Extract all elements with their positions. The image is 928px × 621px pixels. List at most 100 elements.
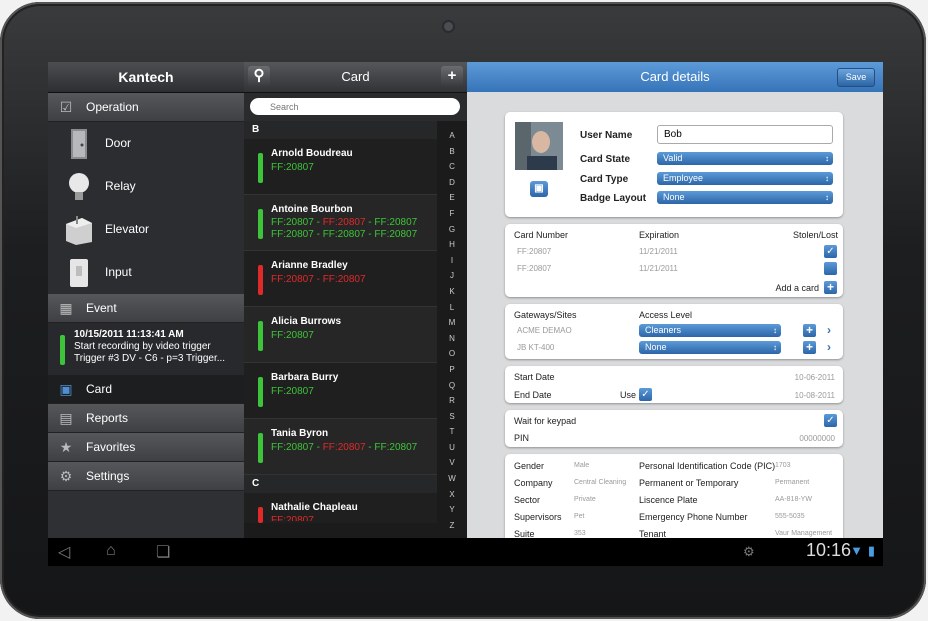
card-details-panel: Card details Save ▣ User Name Card State…	[467, 62, 883, 538]
list-item[interactable]: Barbara Burry FF:20807	[244, 363, 437, 419]
index-letter[interactable]: Z	[445, 518, 459, 534]
app-title: Kantech	[48, 62, 244, 93]
sidebar: Kantech ☑ Operation Door Relay Elevator …	[48, 62, 244, 538]
index-letter[interactable]: I	[445, 253, 459, 269]
event-status-bar	[60, 335, 65, 365]
index-letter[interactable]: B	[445, 144, 459, 160]
sidebar-item-elevator[interactable]: Elevator	[48, 208, 244, 251]
chevron-right-icon[interactable]: ›	[827, 323, 831, 337]
index-letter[interactable]: F	[445, 206, 459, 222]
add-card-icon[interactable]: +	[824, 281, 837, 294]
sidebar-item-card[interactable]: ▣ Card	[48, 375, 244, 404]
sidebar-item-settings[interactable]: ⚙ Settings	[48, 462, 244, 491]
save-button[interactable]: Save	[837, 68, 875, 87]
licence-plate-value[interactable]: AA-818-YW	[775, 496, 812, 503]
stolen-lost-checkbox[interactable]	[824, 262, 837, 275]
alphabet-index[interactable]: ABCDEFGHIJKLMNOPQRSTUVWXYZ	[445, 128, 459, 533]
card-state-select[interactable]: Valid	[657, 152, 833, 165]
sidebar-item-favorites[interactable]: ★ Favorites	[48, 433, 244, 462]
index-letter[interactable]: N	[445, 331, 459, 347]
sidebar-item-operation[interactable]: ☑ Operation	[48, 93, 244, 122]
index-letter[interactable]: M	[445, 315, 459, 331]
card-number: FF:20807	[517, 247, 552, 256]
index-letter[interactable]: U	[445, 440, 459, 456]
add-access-icon[interactable]: +	[803, 324, 816, 337]
sector-value[interactable]: Private	[574, 496, 596, 503]
access-level-select[interactable]: Cleaners	[639, 324, 781, 337]
search-icon[interactable]: ⚲	[248, 66, 270, 86]
sidebar-item-reports[interactable]: ▤ Reports	[48, 404, 244, 433]
index-letter[interactable]: A	[445, 128, 459, 144]
back-icon[interactable]: ◁	[58, 542, 70, 562]
sidebar-item-event[interactable]: ▦ Event	[48, 294, 244, 323]
index-letter[interactable]: G	[445, 222, 459, 238]
permanent-temporary-value[interactable]: Permanent	[775, 479, 809, 486]
company-value[interactable]: Central Cleaning	[574, 479, 626, 486]
recent-apps-icon[interactable]: ❏	[156, 542, 170, 562]
cardholder-name: Nathalie Chapleau	[271, 502, 358, 513]
sidebar-item-input[interactable]: Input	[48, 251, 244, 294]
use-end-date-checkbox[interactable]: ✓	[639, 388, 652, 401]
home-icon[interactable]: ⌂	[106, 542, 116, 560]
emergency-phone-value[interactable]: 555-5035	[775, 513, 805, 520]
index-letter[interactable]: D	[445, 175, 459, 191]
index-letter[interactable]: K	[445, 284, 459, 300]
search-input[interactable]	[250, 98, 460, 115]
camera-icon[interactable]: ▣	[530, 181, 548, 197]
gender-label: Gender	[514, 461, 545, 471]
index-letter[interactable]: S	[445, 409, 459, 425]
pin-value[interactable]: 00000000	[799, 434, 835, 443]
index-letter[interactable]: H	[445, 237, 459, 253]
index-letter[interactable]: Q	[445, 378, 459, 394]
supervisors-value[interactable]: Pet	[574, 513, 585, 520]
index-letter[interactable]: V	[445, 455, 459, 471]
access-level-select[interactable]: None	[639, 341, 781, 354]
chevron-right-icon[interactable]: ›	[827, 340, 831, 354]
sidebar-item-label: Event	[86, 301, 117, 315]
card-type-select[interactable]: Employee	[657, 172, 833, 185]
sidebar-item-door[interactable]: Door	[48, 122, 244, 165]
add-card-button[interactable]: +	[441, 66, 463, 86]
sidebar-item-relay[interactable]: Relay	[48, 165, 244, 208]
licence-plate-label: Liscence Plate	[639, 495, 698, 505]
index-letter[interactable]: E	[445, 190, 459, 206]
list-item[interactable]: Tania Byron FF:20807 - FF:20807 - FF:208…	[244, 419, 437, 475]
id-card-icon: ▣	[59, 381, 73, 397]
list-item[interactable]: Arianne Bradley FF:20807 - FF:20807	[244, 251, 437, 307]
wait-keypad-checkbox[interactable]: ✓	[824, 414, 837, 427]
switch-icon	[70, 259, 88, 287]
list-item[interactable]: Arnold Boudreau FF:20807	[244, 139, 437, 195]
tenant-value[interactable]: Vaur Management	[775, 530, 832, 537]
index-letter[interactable]: W	[445, 471, 459, 487]
list-item[interactable]: Alicia Burrows FF:20807	[244, 307, 437, 363]
column-header: Expiration	[639, 230, 680, 240]
battery-icon: ▮	[867, 543, 875, 558]
badge-layout-select[interactable]: None	[657, 191, 833, 204]
user-name-field[interactable]	[657, 125, 833, 144]
suite-value[interactable]: 353	[574, 530, 586, 537]
index-letter[interactable]: P	[445, 362, 459, 378]
index-letter[interactable]: T	[445, 424, 459, 440]
index-letter[interactable]: L	[445, 300, 459, 316]
index-letter[interactable]: X	[445, 487, 459, 503]
add-card-link[interactable]: Add a card	[775, 283, 819, 293]
pic-value[interactable]: 1703	[775, 462, 791, 469]
status-bar	[258, 433, 263, 463]
event-entry[interactable]: 10/15/2011 11:13:41 AM Start recording b…	[48, 323, 244, 375]
sidebar-item-label: Door	[105, 136, 132, 150]
suite-label: Suite	[514, 529, 535, 538]
start-date-value[interactable]: 10-06-2011	[795, 373, 835, 382]
sidebar-item-label: Input	[105, 265, 132, 279]
end-date-value[interactable]: 10-08-2011	[795, 391, 835, 400]
index-letter[interactable]: Y	[445, 502, 459, 518]
index-letter[interactable]: C	[445, 159, 459, 175]
gender-value[interactable]: Male	[574, 462, 589, 469]
use-label: Use	[620, 390, 637, 400]
stolen-lost-checkbox[interactable]: ✓	[824, 245, 837, 258]
index-letter[interactable]: J	[445, 268, 459, 284]
index-letter[interactable]: R	[445, 393, 459, 409]
list-item[interactable]: Nathalie Chapleau FF:20807	[244, 493, 437, 523]
list-item[interactable]: Antoine Bourbon FF:20807 - FF:20807 - FF…	[244, 195, 437, 251]
index-letter[interactable]: O	[445, 346, 459, 362]
add-access-icon[interactable]: +	[803, 341, 816, 354]
